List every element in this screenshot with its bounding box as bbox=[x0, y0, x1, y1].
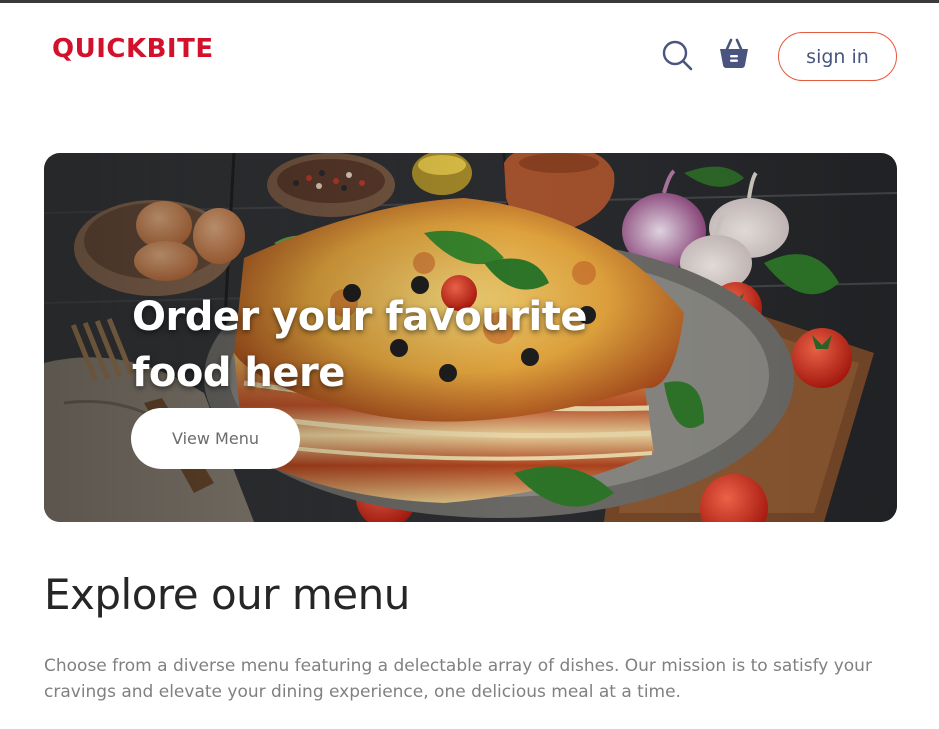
hero-banner: Order your favourite food here View Menu bbox=[44, 153, 897, 522]
search-icon bbox=[662, 40, 693, 71]
brand-logo[interactable]: QUICKBITE bbox=[52, 36, 214, 62]
basket-icon bbox=[720, 38, 748, 68]
explore-menu-description: Choose from a diverse menu featuring a d… bbox=[44, 656, 872, 702]
search-button[interactable] bbox=[660, 38, 694, 72]
explore-menu-heading: Explore our menu bbox=[44, 570, 410, 619]
view-menu-button[interactable]: View Menu bbox=[131, 408, 300, 469]
basket-button[interactable] bbox=[716, 36, 752, 72]
top-border bbox=[0, 0, 939, 3]
hero-title: Order your favourite food here bbox=[132, 294, 587, 396]
sign-in-button[interactable]: sign in bbox=[778, 32, 897, 81]
